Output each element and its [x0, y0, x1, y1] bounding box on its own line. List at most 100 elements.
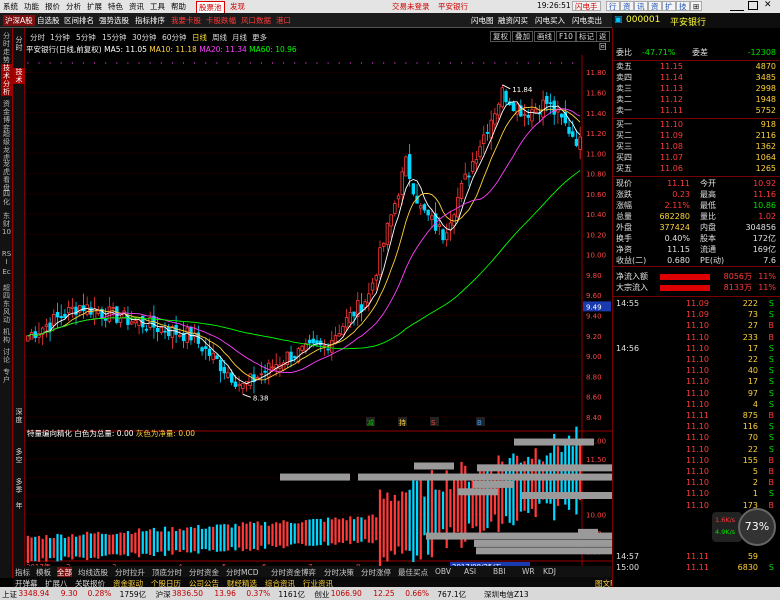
period-week[interactable]: 周线 — [212, 32, 227, 43]
signal-dot — [49, 62, 51, 64]
tab-flash-sell[interactable]: 闪电卖出 — [572, 15, 602, 26]
candle-body — [159, 327, 163, 333]
menu-tools[interactable]: 工具 — [150, 1, 165, 12]
ask-row: 卖二 11.12 1948 — [616, 95, 776, 104]
candle-body — [118, 317, 123, 323]
tab-range-rank[interactable]: 区间排名 — [64, 15, 94, 26]
candle-body — [385, 222, 390, 245]
view-intraday[interactable]: 分时 — [13, 36, 25, 52]
menu-extend[interactable]: 扩展 — [87, 1, 102, 12]
signal-dot — [249, 62, 251, 64]
signal-dot — [538, 62, 540, 64]
menu-news[interactable]: 资讯 — [129, 1, 144, 12]
back-button[interactable]: 返回 — [596, 31, 610, 51]
f10-button[interactable]: F10 — [556, 31, 576, 42]
nav-ec[interactable]: Ec — [1, 268, 12, 276]
tab-port[interactable]: 港口 — [276, 15, 291, 26]
view-year[interactable]: 年 — [13, 502, 25, 510]
menu-function[interactable]: 功能 — [24, 1, 39, 12]
nav-four[interactable]: 四化 — [1, 190, 12, 206]
discover-link[interactable]: 发现 — [230, 1, 245, 12]
toolbar-button-3[interactable]: 讯 — [634, 1, 648, 11]
tab-flash-chart[interactable]: 闪电图 — [471, 15, 494, 26]
nav-east10[interactable]: 东财10 — [1, 212, 12, 236]
adjust-button[interactable]: 复权 — [490, 31, 511, 42]
tab-my-card[interactable]: 我要卡股 — [171, 15, 201, 26]
index-0-field-1: 3348.94 — [18, 589, 50, 598]
nav-technical[interactable]: 技术分析 — [1, 64, 12, 96]
view-longshort[interactable]: 多空 — [13, 448, 25, 464]
nav-discuss[interactable]: 讨论 — [1, 348, 12, 364]
period-month[interactable]: 月线 — [232, 32, 247, 43]
toolbar-button-5[interactable]: 扩 — [662, 1, 676, 11]
candle-body — [533, 108, 538, 113]
stock-menu-icon[interactable]: ▣ — [614, 15, 623, 25]
nav-rsi[interactable]: RSI — [1, 250, 12, 266]
signal-dot — [116, 62, 118, 64]
draw-button[interactable]: 画线 — [534, 31, 555, 42]
period-15m[interactable]: 15分钟 — [102, 32, 127, 43]
toolbar-button-4[interactable]: 资 — [648, 1, 662, 11]
tab-margin-buy[interactable]: 融资闪买 — [498, 15, 528, 26]
period-5m[interactable]: 5分钟 — [76, 32, 96, 43]
tab-index-sort[interactable]: 指标排序 — [135, 15, 165, 26]
period-30m[interactable]: 30分钟 — [132, 32, 157, 43]
menu-analysis[interactable]: 分析 — [66, 1, 81, 12]
period-1m[interactable]: 1分钟 — [50, 32, 70, 43]
menu-quote[interactable]: 报价 — [45, 1, 60, 12]
period-day[interactable]: 日线 — [192, 32, 207, 43]
tab-card-drop[interactable]: 卡股跌幅 — [206, 15, 236, 26]
period-more[interactable]: 更多 — [252, 32, 267, 43]
indicator-tab-15[interactable]: WR — [522, 567, 535, 576]
nav-super4[interactable]: 超四 — [1, 284, 12, 300]
maximize-icon[interactable] — [748, 1, 758, 10]
nav-institution[interactable]: 机构 — [1, 328, 12, 344]
indicator-tab-12[interactable]: OBV — [435, 567, 451, 576]
overlay-button[interactable]: 叠加 — [512, 31, 533, 42]
menu-system[interactable]: 系统 — [3, 1, 18, 12]
menu-help[interactable]: 帮助 — [171, 1, 186, 12]
candle-body — [348, 312, 353, 323]
candle-body — [85, 304, 89, 315]
cpu-gauge[interactable]: 73% — [738, 508, 776, 546]
clock: 19:26:51 — [537, 1, 571, 10]
candle-body — [326, 348, 330, 351]
view-technical[interactable]: 技术 — [13, 68, 25, 84]
nav-intraday[interactable]: 分时走势 — [1, 32, 12, 64]
candle-body — [311, 338, 315, 344]
mark-button[interactable]: 标记 — [576, 31, 597, 42]
period-60m[interactable]: 60分钟 — [162, 32, 187, 43]
nav-super-dragon[interactable]: 超级龙虎 — [1, 130, 12, 162]
nav-east-wind[interactable]: 东风动 — [1, 300, 12, 324]
minimize-icon[interactable] — [730, 1, 744, 11]
view-depth[interactable]: 深度 — [13, 408, 25, 424]
toolbar-button-6[interactable]: 技 — [676, 1, 690, 11]
candle-body — [52, 314, 56, 327]
candle-body — [200, 347, 204, 352]
nav-capital[interactable]: 资金博弈 — [1, 100, 12, 132]
left-vertical-nav: 分时走势 技术分析 资金博弈 超级龙虎 龙虎看盘 四化 东财10 RSI Ec … — [0, 28, 13, 578]
tab-strong-select[interactable]: 强势选股 — [99, 15, 129, 26]
close-icon[interactable]: ✕ — [764, 0, 772, 10]
toolbar-button-2[interactable]: 资 — [620, 1, 634, 11]
flash-hand-button[interactable]: 闪电手 — [572, 1, 601, 11]
trade-login-link[interactable]: 交易未登录 — [392, 1, 430, 12]
indicator-tab-13[interactable]: ASI — [464, 567, 476, 576]
tab-sh-sz-a[interactable]: 沪深A股 — [3, 15, 35, 26]
view-season[interactable]: 多季 — [13, 478, 25, 494]
menu-feature[interactable]: 特色 — [108, 1, 123, 12]
volume-box — [474, 539, 612, 547]
tab-wind-data[interactable]: 风口数据 — [241, 15, 271, 26]
indicator-tab-16[interactable]: KDJ — [543, 567, 556, 576]
indicator-tab-14[interactable]: BBI — [493, 567, 506, 576]
index-0-field-2: 9.30 — [60, 589, 78, 598]
tab-flash-buy[interactable]: 闪电买入 — [535, 15, 565, 26]
nav-dragon-view[interactable]: 龙虎看盘 — [1, 160, 12, 192]
grid-icon[interactable]: ⊞ — [690, 1, 703, 11]
kline-chart[interactable]: 8.40 8.60 8.80 9.00 9.20 9.40 9.60 9.80 10.00 10.… — [26, 55, 612, 567]
toolbar-button-1[interactable]: 行 — [606, 1, 620, 11]
nav-account[interactable]: 专户 — [1, 368, 12, 384]
tab-watchlist[interactable]: 自选股 — [37, 15, 60, 26]
period-intraday[interactable]: 分时 — [30, 32, 45, 43]
stat-row: 总量 682280 量比 1.02 — [616, 212, 776, 221]
